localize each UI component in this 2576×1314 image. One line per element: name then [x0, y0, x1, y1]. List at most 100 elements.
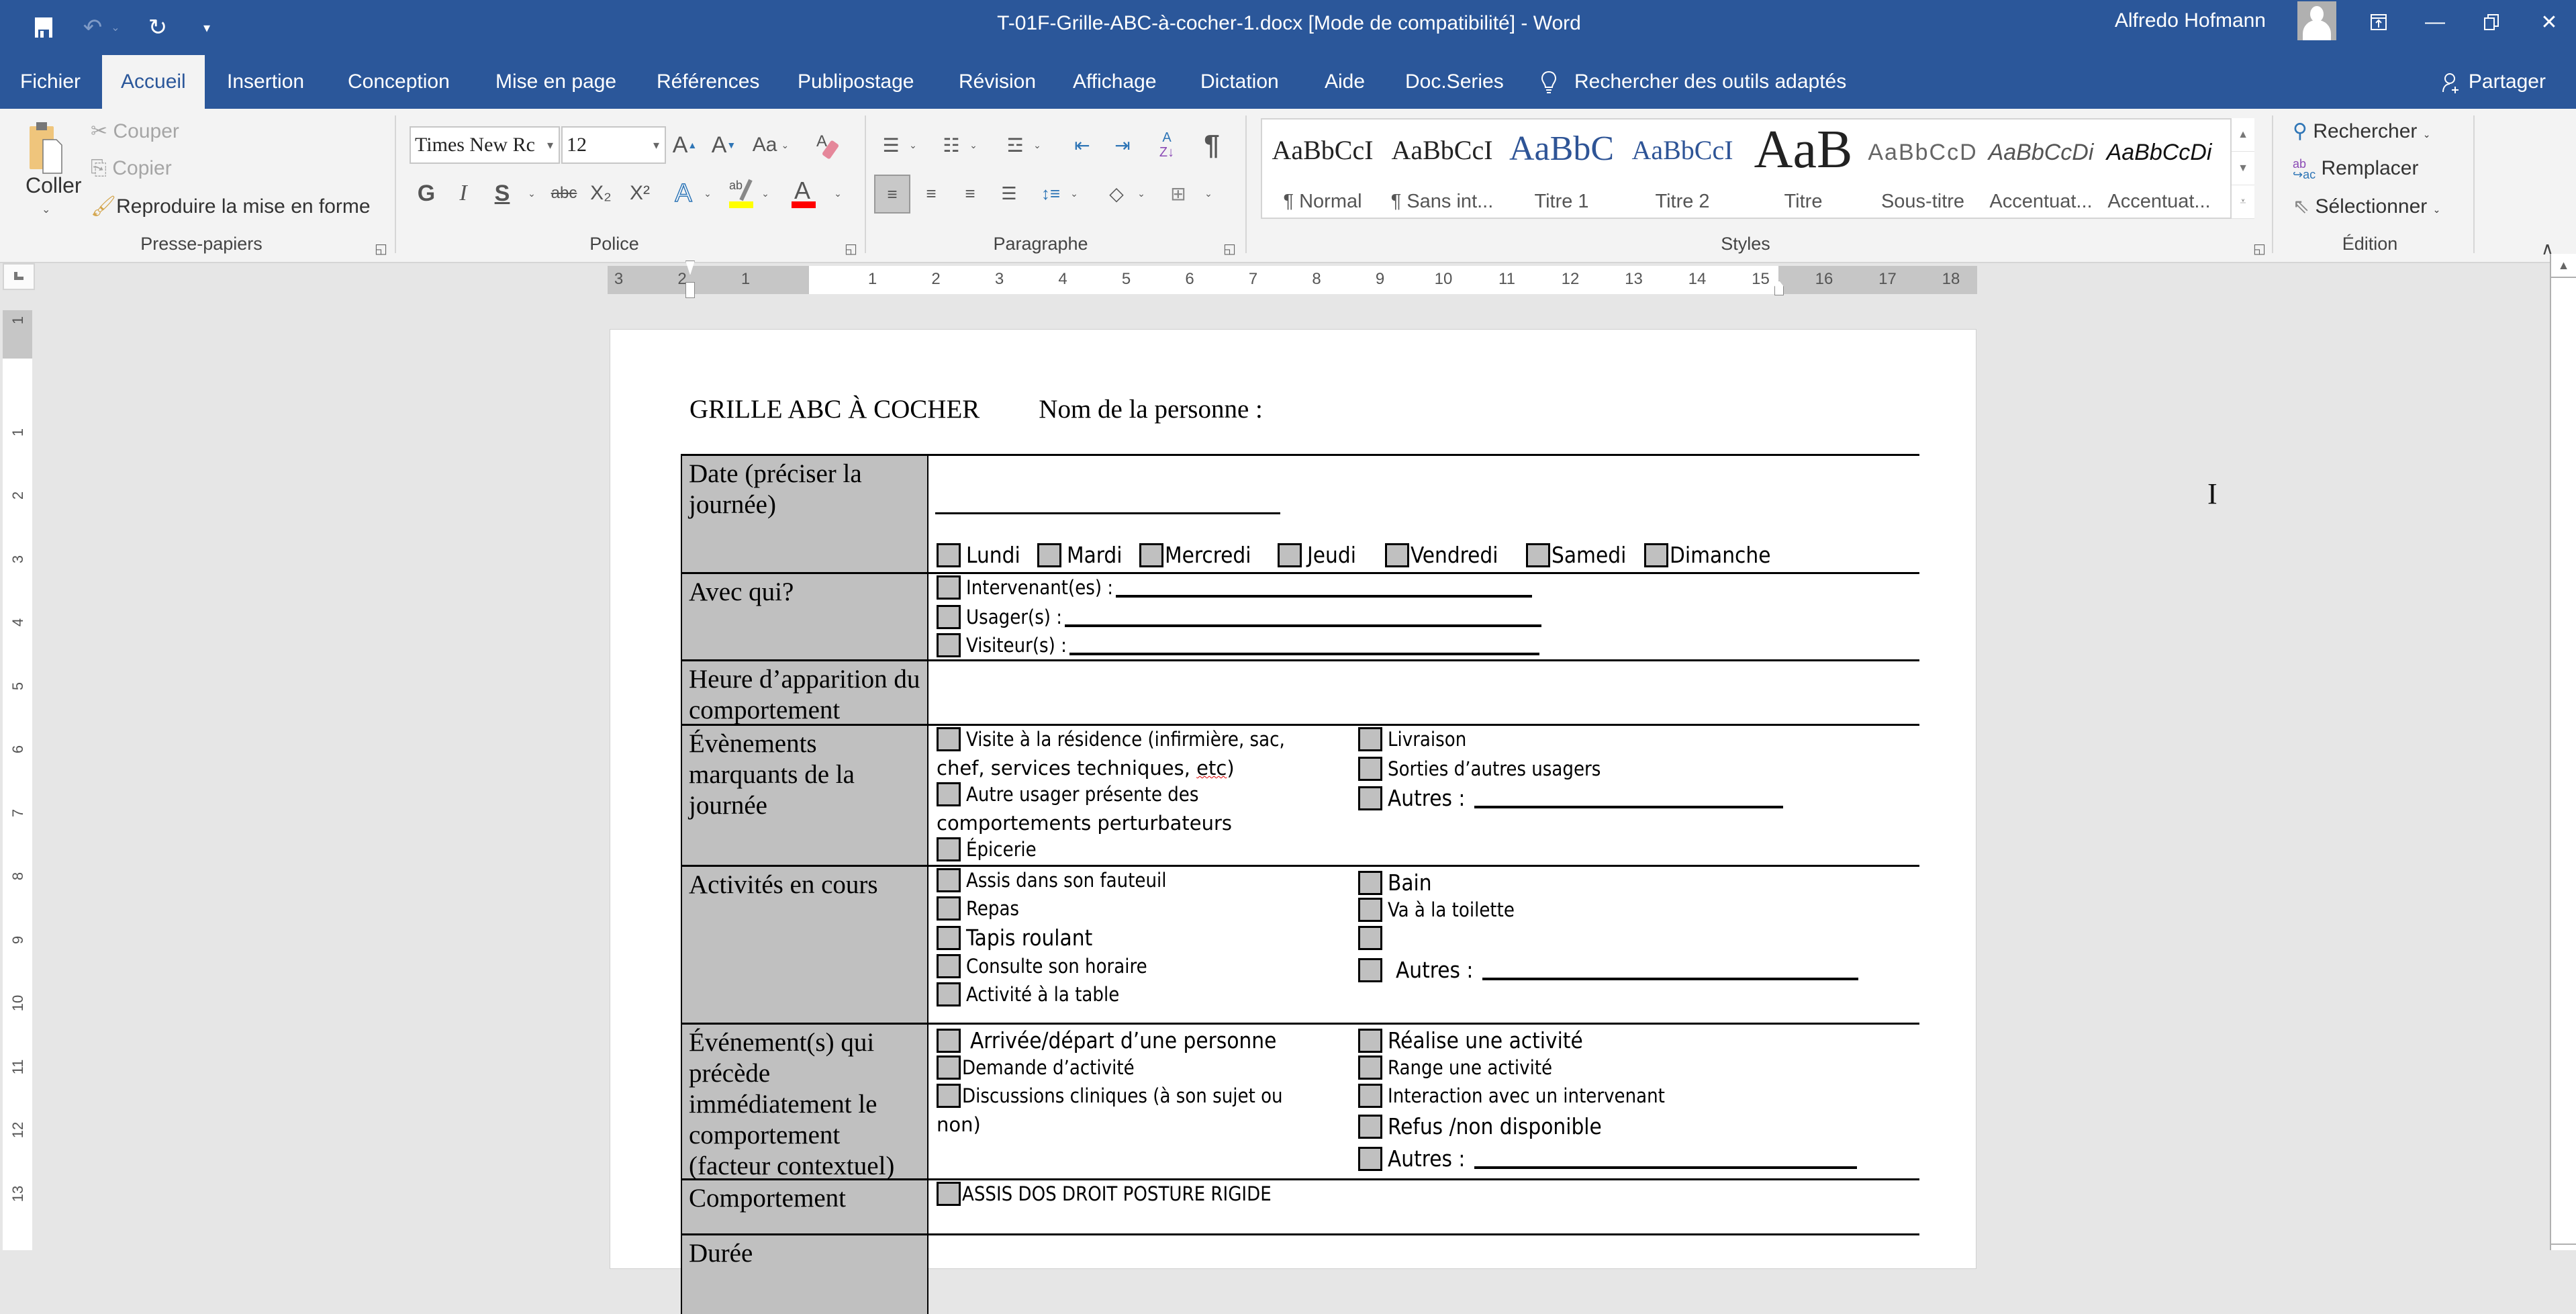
shading-dropdown-icon[interactable]: ⌄: [1135, 176, 1148, 211]
superscript-button[interactable]: X²: [623, 176, 657, 211]
checkbox-box[interactable]: [1358, 1114, 1382, 1139]
checkbox-box[interactable]: [1358, 926, 1382, 950]
tab-dictation[interactable]: Dictation: [1182, 55, 1298, 109]
undo-icon[interactable]: ↶: [79, 12, 106, 43]
decrease-indent-icon[interactable]: ⇤: [1067, 128, 1097, 162]
bold-button[interactable]: G: [413, 176, 440, 211]
underline-button[interactable]: S: [489, 176, 516, 211]
tab-fichier[interactable]: Fichier: [1, 55, 99, 109]
style-title[interactable]: AaB Titre: [1743, 120, 1864, 218]
font-name-combo[interactable]: Times New Rc ▾: [410, 126, 560, 164]
checkbox-box[interactable]: [1358, 1055, 1382, 1080]
gallery-scroll-down-icon[interactable]: ▼: [2232, 152, 2254, 185]
numbering-dropdown-icon[interactable]: ⌄: [967, 128, 980, 162]
checkbox-activite-table[interactable]: Activité à la table: [937, 982, 1119, 1006]
checkbox-visiteurs[interactable]: Visiteur(s) :: [937, 633, 1539, 657]
document-page[interactable]: GRILLE ABC À COCHER Nom de la personne : …: [610, 329, 1976, 1314]
checkbox-realise-activite[interactable]: Réalise une activité: [1358, 1027, 1583, 1053]
checkbox-box[interactable]: [937, 837, 961, 861]
align-left-button[interactable]: ≡: [874, 175, 910, 214]
borders-dropdown-icon[interactable]: ⌄: [1202, 176, 1215, 211]
paste-dropdown-icon[interactable]: ⌄: [42, 203, 50, 216]
checkbox-dimanche[interactable]: Dimanche: [1644, 542, 1770, 568]
style-subtitle[interactable]: AaBbCcD Sous-titre: [1862, 120, 1983, 218]
undo-dropdown-icon[interactable]: ⌄: [107, 12, 124, 43]
checkbox-autre-usager[interactable]: Autre usager présente des: [937, 782, 1198, 806]
checkbox-box[interactable]: [1358, 727, 1382, 751]
paragraph-launcher-icon[interactable]: ◱: [1223, 240, 1236, 257]
replace-button[interactable]: ab ↪ac Remplacer: [2293, 157, 2419, 181]
date-blank-line[interactable]: [935, 512, 1280, 514]
checkbox-livraison[interactable]: Livraison: [1358, 727, 1466, 751]
redo-icon[interactable]: ↻: [141, 12, 175, 43]
checkbox-usagers[interactable]: Usager(s) :: [937, 605, 1542, 629]
paste-icon[interactable]: [26, 118, 66, 179]
gallery-scroll-up-icon[interactable]: ▲: [2232, 118, 2254, 152]
checkbox-consulte-horaire[interactable]: Consulte son horaire: [937, 954, 1147, 978]
checkbox-box[interactable]: [937, 1055, 961, 1080]
tab-conception[interactable]: Conception: [329, 55, 469, 109]
horizontal-ruler[interactable]: 3 2 1 1 2 3 4 5 6 7 8 9 10 11 12 13 14 15 16 17 18: [608, 261, 1977, 298]
font-size-combo[interactable]: 12 ▾: [561, 126, 666, 164]
line-spacing-icon[interactable]: ↕≡: [1034, 176, 1067, 211]
grow-font-icon[interactable]: A ▲: [671, 128, 698, 162]
tab-references[interactable]: Références: [638, 55, 778, 109]
style-no-spacing[interactable]: AaBbCcI ¶ Sans int...: [1382, 120, 1502, 218]
checkbox-mercredi[interactable]: Mercredi: [1139, 542, 1251, 568]
text-effects-icon[interactable]: A: [670, 176, 697, 211]
checkbox-repas[interactable]: Repas: [937, 896, 1019, 921]
checkbox-autres-activities[interactable]: Autres :: [1358, 957, 1859, 983]
checkbox-box[interactable]: [1358, 786, 1382, 810]
borders-icon[interactable]: ⊞: [1161, 176, 1195, 211]
checkbox-box[interactable]: [1139, 543, 1163, 567]
checkbox-refus[interactable]: Refus /non disponible: [1358, 1113, 1602, 1139]
checkbox-empty[interactable]: [1358, 926, 1388, 950]
row-content[interactable]: [928, 1235, 1919, 1314]
tab-publipostage[interactable]: Publipostage: [779, 55, 933, 109]
justify-button[interactable]: ☰: [992, 176, 1026, 211]
tab-selector[interactable]: [3, 263, 35, 290]
checkbox-box[interactable]: [1358, 1146, 1382, 1171]
checkbox-box[interactable]: [1358, 757, 1382, 781]
text-effects-dropdown-icon[interactable]: ⌄: [701, 176, 714, 211]
subscript-button[interactable]: X₂: [584, 176, 618, 211]
fill-in-line[interactable]: [1065, 607, 1542, 627]
checkbox-box[interactable]: [1385, 543, 1409, 567]
checkbox-box[interactable]: [937, 633, 961, 657]
checkbox-jeudi[interactable]: Jeudi: [1278, 542, 1356, 568]
checkbox-box[interactable]: [1358, 957, 1382, 982]
tab-accueil[interactable]: Accueil: [102, 55, 205, 109]
show-formatting-marks-icon[interactable]: ¶: [1198, 126, 1225, 164]
align-center-button[interactable]: ≡: [914, 176, 948, 211]
checkbox-toilette[interactable]: Va à la toilette: [1358, 898, 1515, 922]
checkbox-vendredi[interactable]: Vendredi: [1385, 542, 1498, 568]
close-icon[interactable]: ✕: [2526, 7, 2573, 38]
style-heading-1[interactable]: AaBbC Titre 1: [1501, 120, 1622, 218]
vertical-ruler[interactable]: 1 1 2 3 4 5 6 7 8 9 10 11 12 13: [3, 310, 32, 1250]
checkbox-box[interactable]: [937, 982, 961, 1006]
row-content[interactable]: [928, 661, 1919, 724]
checkbox-arrivee-depart[interactable]: Arrivée/départ d’une personne: [937, 1027, 1276, 1053]
paste-button[interactable]: Coller: [26, 173, 82, 198]
tab-insertion[interactable]: Insertion: [208, 55, 323, 109]
shading-icon[interactable]: ◇: [1100, 176, 1133, 211]
checkbox-visite-residence[interactable]: Visite à la résidence (infirmière, sac,: [937, 727, 1285, 751]
highlight-dropdown-icon[interactable]: ⌄: [759, 176, 772, 211]
font-color-dropdown-icon[interactable]: ⌄: [831, 176, 845, 211]
checkbox-box[interactable]: [937, 896, 961, 921]
checkbox-epicerie[interactable]: Épicerie: [937, 837, 1037, 861]
chevron-down-icon[interactable]: ▾: [653, 128, 659, 162]
minimize-icon[interactable]: —: [2412, 7, 2459, 38]
fill-in-line[interactable]: [1116, 577, 1533, 598]
clear-formatting-icon[interactable]: A: [812, 126, 845, 164]
underline-dropdown-icon[interactable]: ⌄: [524, 176, 540, 211]
checkbox-lundi[interactable]: Lundi: [937, 542, 1020, 568]
increase-indent-icon[interactable]: ⇥: [1108, 128, 1137, 162]
find-button[interactable]: ⚲ Rechercher ⌄: [2293, 120, 2430, 143]
change-case-button[interactable]: Aa ⌄: [751, 128, 791, 162]
ribbon-display-options-icon[interactable]: [2355, 7, 2402, 38]
checkbox-autres-antecedent[interactable]: Autres :: [1358, 1145, 1858, 1172]
fill-in-line[interactable]: [1474, 788, 1784, 808]
checkbox-box[interactable]: [1037, 543, 1061, 567]
fill-in-line[interactable]: [1482, 960, 1859, 980]
